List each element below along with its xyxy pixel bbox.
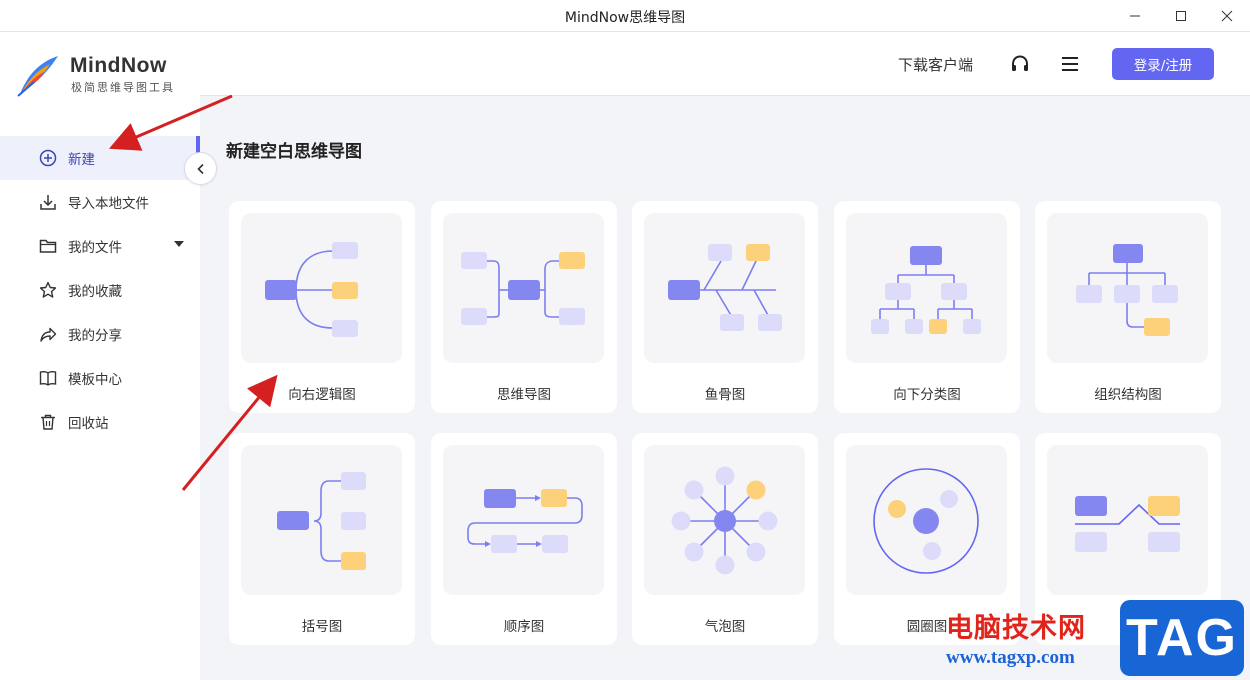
sidebar-nav: 新建 导入本地文件 我的文件 我的收藏 我的分享 模板中心 回收站 (0, 136, 200, 444)
template-card-bubble[interactable]: 气泡图 (632, 433, 818, 645)
template-card-bracket[interactable]: 括号图 (229, 433, 415, 645)
folder-icon (38, 236, 58, 256)
login-register-button[interactable]: 登录/注册 (1112, 48, 1214, 80)
sidebar-item-new[interactable]: 新建 (0, 136, 200, 180)
template-label: 括号图 (301, 619, 343, 635)
template-thumbnail (443, 445, 604, 595)
headset-icon[interactable] (1008, 52, 1032, 76)
brand-name: MindNow (70, 54, 167, 77)
template-label: 向下分类图 (893, 387, 961, 403)
template-label: 思维导图 (497, 387, 551, 403)
window-title: MindNow思维导图 (564, 10, 686, 26)
template-thumbnail (846, 445, 1007, 595)
import-icon (38, 192, 58, 212)
template-card-right-logic[interactable]: 向右逻辑图 (229, 201, 415, 413)
template-card-downward-category[interactable]: 向下分类图 (834, 201, 1020, 413)
title-bar: MindNow思维导图 (0, 0, 1250, 32)
template-thumbnail (241, 213, 402, 363)
download-client-link[interactable]: 下载客户端 (898, 54, 973, 75)
sidebar-item-my-files[interactable]: 我的文件 (0, 224, 200, 268)
app-logo: MindNow 极简思维导图工具 (14, 50, 194, 114)
sidebar-item-templates[interactable]: 模板中心 (0, 356, 200, 400)
template-label: 组织结构图 (1094, 387, 1162, 403)
template-label: 气泡图 (704, 619, 746, 635)
sidebar-item-label: 回收站 (68, 416, 109, 432)
sidebar-item-label: 我的分享 (68, 328, 122, 344)
hamburger-menu-icon[interactable] (1058, 52, 1082, 76)
plus-circle-icon (38, 148, 58, 168)
close-icon[interactable] (1204, 0, 1250, 32)
template-thumbnail (1047, 445, 1208, 595)
caret-down-icon[interactable] (174, 241, 184, 247)
minimize-icon[interactable] (1112, 0, 1158, 32)
watermark-url: www.tagxp.com (946, 647, 1075, 668)
maximize-icon[interactable] (1158, 0, 1204, 32)
collapse-sidebar-button[interactable] (184, 152, 217, 185)
sidebar-item-favorites[interactable]: 我的收藏 (0, 268, 200, 312)
template-card-org-chart[interactable]: 组织结构图 (1035, 201, 1221, 413)
chevron-left-icon (196, 163, 204, 174)
watermark-text: 电脑技术网 (946, 613, 1086, 644)
template-thumbnail (846, 213, 1007, 363)
sidebar-item-label: 模板中心 (68, 372, 122, 388)
template-thumbnail (241, 445, 402, 595)
sidebar-item-label: 我的收藏 (68, 284, 122, 300)
sidebar: MindNow 极简思维导图工具 新建 导入本地文件 我的文件 我的收藏 我的分… (0, 32, 200, 680)
watermark-tag-logo: TAG (1120, 600, 1244, 676)
sidebar-item-shared[interactable]: 我的分享 (0, 312, 200, 356)
template-card-sequence[interactable]: 顺序图 (431, 433, 617, 645)
trash-icon (38, 412, 58, 432)
sidebar-item-label: 新建 (68, 152, 95, 168)
template-card-mind-map[interactable]: 思维导图 (431, 201, 617, 413)
sidebar-item-trash[interactable]: 回收站 (0, 400, 200, 444)
template-label: 顺序图 (503, 619, 545, 635)
sidebar-item-label: 我的文件 (68, 240, 122, 256)
template-label: 向右逻辑图 (288, 387, 356, 403)
template-thumbnail (1047, 213, 1208, 363)
share-icon (38, 324, 58, 344)
template-card-fishbone[interactable]: 鱼骨图 (632, 201, 818, 413)
top-header: 下载客户端 登录/注册 (200, 32, 1250, 96)
sidebar-item-label: 导入本地文件 (68, 196, 149, 212)
template-label: 鱼骨图 (704, 387, 746, 403)
star-icon (38, 280, 58, 300)
feather-logo-icon (17, 56, 58, 97)
sidebar-item-import[interactable]: 导入本地文件 (0, 180, 200, 224)
book-icon (38, 368, 58, 388)
template-thumbnail (644, 445, 805, 595)
brand-tagline: 极简思维导图工具 (71, 81, 175, 94)
template-thumbnail (443, 213, 604, 363)
template-thumbnail (644, 213, 805, 363)
section-title: 新建空白思维导图 (226, 142, 362, 162)
